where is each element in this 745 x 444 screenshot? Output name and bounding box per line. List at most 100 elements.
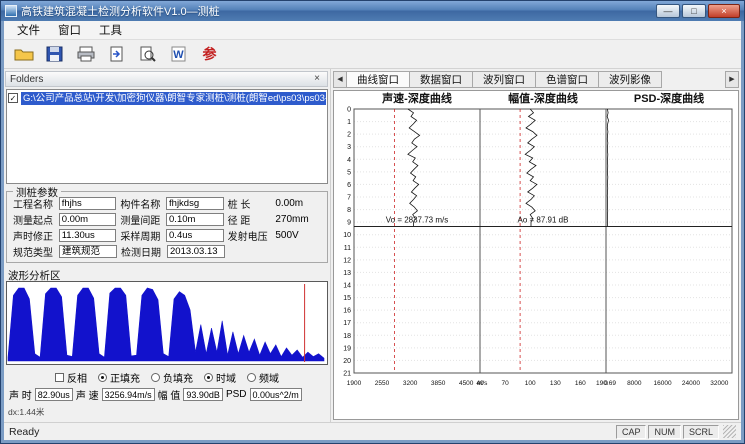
printer-icon (76, 46, 96, 62)
curve-psd-depth (607, 109, 608, 227)
list-item[interactable]: ✓ G:\公司产品总站\开发\加密狗仪器\朗智专家测桩\测桩(朗智ed\ps03… (8, 91, 326, 105)
close-button[interactable]: × (708, 4, 740, 18)
param-label-time-correction: 声时修正 (9, 228, 59, 243)
svg-text:1900: 1900 (347, 380, 362, 387)
waveform-chart[interactable] (6, 281, 328, 365)
param-label-emit-voltage: 发射电压 (224, 228, 274, 243)
save-floppy-icon (46, 46, 64, 62)
param-value-standard-type[interactable]: 建筑规范 (59, 245, 117, 258)
radio-icon[interactable] (98, 373, 107, 382)
svg-text:2550: 2550 (375, 380, 390, 387)
open-folder-icon (14, 46, 34, 62)
control-invert[interactable]: 反相 (55, 370, 87, 385)
svg-text:3: 3 (347, 144, 351, 151)
open-button[interactable] (10, 42, 37, 67)
annotation-amplitude-depth: Ao = 87.91 dB (518, 216, 569, 225)
save-button[interactable] (41, 42, 68, 67)
svg-text:21: 21 (343, 371, 351, 378)
param-label-tube-spacing: 径 距 (224, 212, 274, 227)
main-area: Folders × ✓ G:\公司产品总站\开发\加密狗仪器\朗智专家测桩\测桩… (4, 69, 741, 422)
tab-data-window[interactable]: 数据窗口 (410, 71, 473, 88)
depth-curves-chart[interactable]: 0123456789101112131415161718192021声速-深度曲… (334, 91, 739, 403)
svg-text:40: 40 (476, 380, 484, 387)
param-value-time-correction[interactable]: 11.30us (59, 229, 117, 242)
app-icon (5, 5, 17, 17)
param-label-measure-spacing: 测量间距 (116, 212, 166, 227)
word-export-button[interactable]: W (165, 42, 192, 67)
readout-value-sound-time[interactable]: 82.90us (35, 388, 73, 401)
param-value-start-depth[interactable]: 0.00m (59, 213, 117, 226)
svg-text:20: 20 (343, 358, 351, 365)
app-window: 高铁建筑混凝土检测分析软件V1.0—测桩 — □ × 文件窗口工具 (0, 0, 745, 444)
menu-item-file[interactable]: 文件 (8, 22, 49, 38)
minimize-button[interactable]: — (656, 4, 680, 18)
param-value-test-date[interactable]: 2013.03.13 (167, 245, 225, 258)
status-cell-num: NUM (648, 425, 681, 439)
params-group: 测桩参数 工程名称fhjhs构件名称fhjkdsg桩 长0.00m测量起点0.0… (6, 191, 328, 263)
param-label-project-name: 工程名称 (9, 196, 59, 211)
param-row: 声时修正11.30us采样周期0.4us发射电压500V (9, 227, 325, 243)
chart-title-psd-depth: PSD-深度曲线 (634, 91, 704, 105)
resize-grip-icon[interactable] (723, 425, 736, 438)
control-time-domain[interactable]: 时域 (204, 370, 236, 385)
folders-title: Folders (10, 74, 43, 85)
radio-icon[interactable] (247, 373, 256, 382)
print-preview-icon (139, 46, 156, 62)
svg-text:19: 19 (343, 345, 351, 352)
param-value-project-name[interactable]: fhjhs (59, 197, 117, 210)
param-row: 规范类型建筑规范检测日期2013.03.13 (9, 243, 325, 259)
readout-label-psd: PSD (226, 389, 247, 400)
print-preview-button[interactable] (134, 42, 161, 67)
param-value-sample-period[interactable]: 0.4us (166, 229, 224, 242)
checkbox-icon[interactable]: ✓ (8, 93, 18, 103)
svg-text:4: 4 (347, 157, 351, 164)
word-doc-icon: W (171, 46, 187, 62)
file-list[interactable]: ✓ G:\公司产品总站\开发\加密狗仪器\朗智专家测桩\测桩(朗智ed\ps03… (6, 89, 328, 184)
status-text: Ready (9, 426, 39, 438)
param-label-start-depth: 测量起点 (9, 212, 59, 227)
title-bar[interactable]: 高铁建筑混凝土检测分析软件V1.0—测桩 — □ × (1, 1, 744, 21)
param-label-standard-type: 规范类型 (9, 244, 59, 259)
checkbox-icon[interactable] (55, 373, 64, 382)
menu-item-window[interactable]: 窗口 (49, 22, 90, 38)
annotation-velocity-depth: Vo = 2837.73 m/s (386, 216, 449, 225)
tab-scroll-right-icon[interactable]: ▶ (725, 71, 739, 88)
tab-wave-image[interactable]: 波列影像 (599, 71, 662, 88)
export-button[interactable] (103, 42, 130, 67)
radio-icon[interactable] (151, 373, 160, 382)
parameters-button[interactable]: 参 (196, 42, 223, 67)
svg-text:3200: 3200 (403, 380, 418, 387)
readout-label-sound-time: 声 时 (9, 387, 32, 402)
control-label-invert: 反相 (67, 370, 87, 385)
client-area: 文件窗口工具 (4, 21, 741, 440)
param-value-measure-spacing[interactable]: 0.10m (166, 213, 224, 226)
control-freq-domain[interactable]: 频域 (247, 370, 279, 385)
tab-spectrum-window[interactable]: 色谱窗口 (536, 71, 599, 88)
svg-text:9: 9 (347, 220, 351, 227)
file-path[interactable]: G:\公司产品总站\开发\加密狗仪器\朗智专家测桩\测桩(朗智ed\ps03\p… (21, 92, 326, 105)
control-negative-fill[interactable]: 负填充 (151, 370, 193, 385)
menu-item-tools[interactable]: 工具 (90, 22, 131, 38)
fill-controls: 反相正填充负填充时域频域 (8, 371, 326, 384)
maximize-button[interactable]: □ (682, 4, 706, 18)
radio-icon[interactable] (204, 373, 213, 382)
readout-value-psd[interactable]: 0.00us^2/m (250, 388, 302, 401)
svg-text:12: 12 (343, 257, 351, 264)
tab-wave-list-window[interactable]: 波列窗口 (473, 71, 536, 88)
tabs: 曲线窗口数据窗口波列窗口色谱窗口波列影像 (347, 71, 662, 88)
print-button[interactable] (72, 42, 99, 67)
readout-value-amplitude[interactable]: 93.90dB (183, 388, 223, 401)
readout-value-sound-velocity[interactable]: 3256.94m/s (102, 388, 155, 401)
window-title: 高铁建筑混凝土检测分析软件V1.0—测桩 (21, 3, 220, 19)
param-value-component-name[interactable]: fhjkdsg (166, 197, 224, 210)
param-row: 工程名称fhjhs构件名称fhjkdsg桩 长0.00m (9, 195, 325, 211)
status-cell-cap: CAP (616, 425, 647, 439)
control-positive-fill[interactable]: 正填充 (98, 370, 140, 385)
param-value-tube-spacing: 270mm (273, 214, 325, 225)
svg-text:3850: 3850 (431, 380, 446, 387)
tab-scroll-left-icon[interactable]: ◀ (333, 71, 347, 88)
param-label-component-name: 构件名称 (116, 196, 166, 211)
svg-text:2: 2 (347, 132, 351, 139)
tab-curve-window[interactable]: 曲线窗口 (347, 71, 410, 88)
panel-close-icon[interactable]: × (311, 73, 323, 85)
